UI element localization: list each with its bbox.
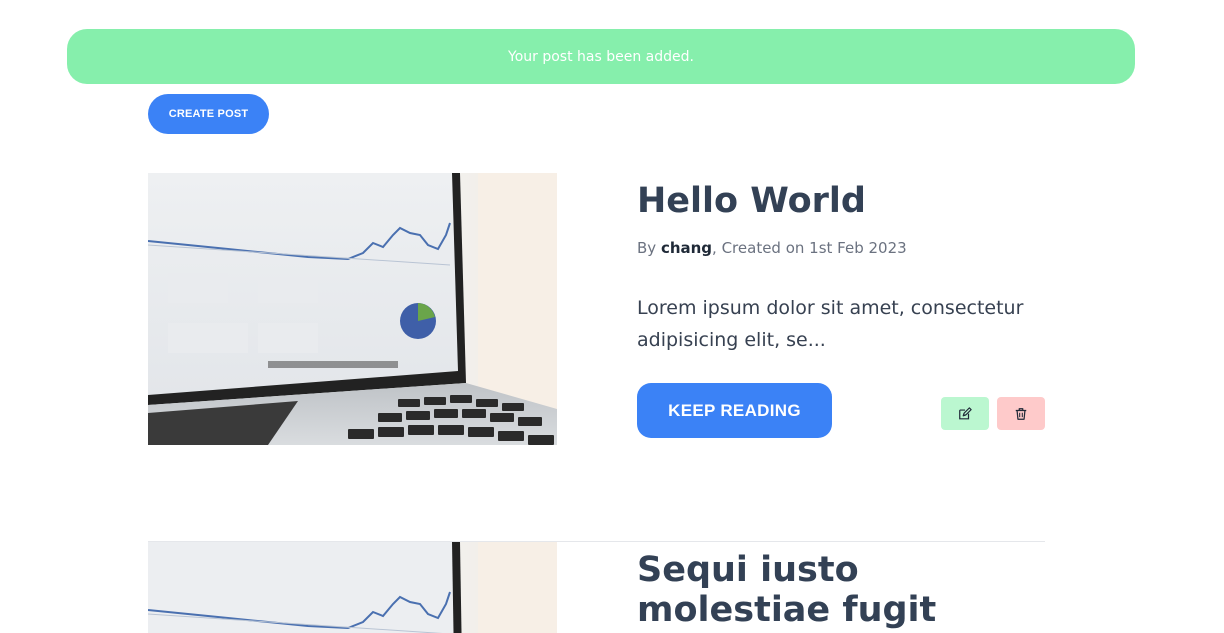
trash-icon [1015,407,1027,420]
post-excerpt: Lorem ipsum dolor sit amet, consectetur … [637,297,1024,351]
post-author: chang [660,239,713,257]
post-card: Sequi iusto molestiae fugit [148,541,1045,633]
post-title[interactable]: Sequi iusto molestiae fugit [637,550,1057,630]
post-thumbnail[interactable] [148,173,557,445]
post-card: Hello World By chang, Created on 1st Feb… [148,173,1045,445]
meta-date: , Created on 1st Feb 2023 [712,239,907,257]
delete-post-button[interactable] [997,397,1045,430]
page: Your post has been added. CREATE POST He… [0,0,1224,633]
meta-prefix: By [637,239,661,257]
edit-post-button[interactable] [941,397,989,430]
keep-reading-button[interactable]: KEEP READING [637,383,832,438]
create-post-button[interactable]: CREATE POST [148,94,269,134]
laptop-chart-image [148,542,557,633]
post-meta: By chang, Created on 1st Feb 2023 [637,239,907,257]
success-alert: Your post has been added. [67,29,1135,84]
pencil-square-icon [959,406,972,419]
alert-message: Your post has been added. [508,48,694,65]
laptop-chart-image [148,173,557,445]
post-thumbnail[interactable] [148,542,557,633]
post-title[interactable]: Hello World [637,181,866,221]
